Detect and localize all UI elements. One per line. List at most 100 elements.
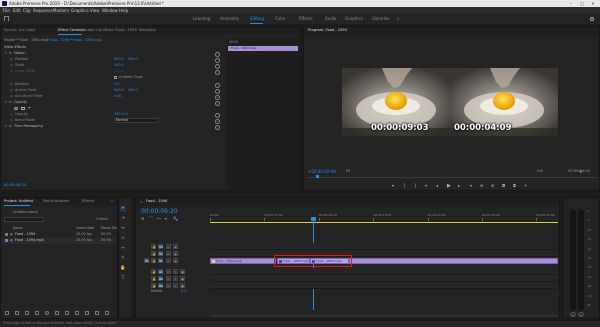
twirl-icon[interactable]: ▾ bbox=[5, 52, 7, 55]
maximize-icon[interactable]: □ bbox=[577, 1, 587, 6]
sync-lock-icon[interactable]: ⇄ bbox=[166, 258, 171, 264]
solo-right-button[interactable]: S bbox=[578, 312, 584, 317]
sort-icon[interactable] bbox=[55, 311, 59, 315]
column-name[interactable]: Name bbox=[13, 226, 22, 230]
automate-icon[interactable] bbox=[65, 311, 69, 315]
track-target-a2[interactable]: A2 bbox=[158, 275, 163, 281]
add-icon[interactable]: + bbox=[524, 184, 527, 188]
nest-icon[interactable]: ⊞ bbox=[141, 217, 144, 221]
settings-wrench-icon[interactable]: ⚙ bbox=[579, 170, 583, 174]
reset-parameter-icon[interactable] bbox=[215, 82, 220, 88]
eye-icon[interactable]: ◉ bbox=[173, 251, 178, 257]
menu-clip[interactable]: Clip bbox=[23, 8, 31, 13]
track-lock-icon[interactable]: 🔒 bbox=[151, 283, 156, 288]
fit-dropdown[interactable]: Fit bbox=[346, 169, 350, 174]
workspace-assembly[interactable]: Assembly bbox=[220, 17, 239, 21]
tab-audio-mixer[interactable]: Audio Clip Mixer: Food - 1094 bbox=[84, 28, 137, 33]
mini-clip[interactable]: Food - 1094.mp4 bbox=[228, 46, 298, 51]
stopwatch-icon[interactable]: ◷ bbox=[10, 82, 13, 86]
insert-icon[interactable]: ⊕ bbox=[480, 184, 483, 188]
source-patch-v1[interactable]: V1 bbox=[144, 258, 149, 264]
razor-tool-icon[interactable]: ⚔ bbox=[120, 236, 126, 242]
settings-wrench-icon[interactable]: 🔧 bbox=[173, 217, 178, 221]
uniform-scale-checkbox[interactable] bbox=[114, 76, 117, 80]
reset-parameter-icon[interactable] bbox=[215, 64, 220, 70]
fx-badge[interactable]: fx bbox=[9, 52, 12, 55]
workspace-overflow[interactable]: » bbox=[397, 17, 399, 21]
quality-dropdown[interactable]: Full bbox=[537, 169, 543, 174]
stopwatch-icon[interactable]: ◷ bbox=[10, 64, 13, 67]
reset-parameter-icon[interactable] bbox=[215, 88, 220, 94]
project-search-input[interactable] bbox=[4, 217, 44, 222]
reset-parameter-icon[interactable] bbox=[215, 100, 220, 106]
menu-view[interactable]: View bbox=[90, 8, 100, 13]
timeline-clip[interactable]: Food - 1094.mp4 bbox=[210, 257, 276, 264]
mute-button[interactable]: M bbox=[166, 283, 171, 288]
hand-tool-icon[interactable]: ✋ bbox=[120, 266, 126, 272]
export-frame-icon[interactable]: ◘ bbox=[502, 184, 505, 188]
list-view-icon[interactable] bbox=[15, 311, 19, 315]
tab-project[interactable]: Project: Untitled bbox=[4, 199, 33, 204]
track-target-a1[interactable]: A1 bbox=[158, 268, 163, 274]
playhead-handle[interactable] bbox=[311, 217, 316, 221]
pen-mask-icon[interactable]: ✒ bbox=[28, 106, 31, 111]
stopwatch-icon[interactable]: ◷ bbox=[10, 94, 13, 98]
column-media-start[interactable]: Media Sta bbox=[101, 226, 117, 230]
menu-file[interactable]: File bbox=[3, 8, 10, 13]
pen-tool-icon[interactable]: ✎ bbox=[120, 256, 126, 262]
playhead-marker[interactable] bbox=[316, 175, 319, 178]
go-out-icon[interactable]: ⇥ bbox=[469, 184, 472, 188]
workspace-editing[interactable]: Editing bbox=[250, 17, 264, 21]
property-value[interactable]: 0.00 bbox=[114, 94, 122, 98]
tab-source[interactable]: Source: (no clips) bbox=[4, 28, 35, 33]
find-icon[interactable] bbox=[75, 311, 79, 315]
twirl-icon[interactable]: ▾ bbox=[5, 125, 7, 128]
menu-edit[interactable]: Edit bbox=[13, 8, 21, 13]
property-value[interactable]: 640.0 bbox=[114, 57, 124, 61]
property-value[interactable]: 0.0 bbox=[114, 82, 119, 86]
fx-badge[interactable]: fx bbox=[9, 125, 12, 128]
scrubber-bar[interactable] bbox=[308, 177, 596, 178]
voiceover-record-icon[interactable]: ● bbox=[180, 275, 185, 281]
property-value[interactable]: 360.0 bbox=[128, 88, 138, 92]
compare-icon[interactable]: ⧉ bbox=[513, 184, 516, 188]
track-lock-icon[interactable]: 🔒 bbox=[151, 268, 156, 274]
effect-controls-timecode[interactable]: 00:00:06:20 bbox=[4, 183, 26, 188]
track-target-a3[interactable]: A3 bbox=[158, 283, 163, 288]
menu-markers[interactable]: Markers bbox=[53, 8, 69, 13]
reset-parameter-icon[interactable] bbox=[215, 70, 220, 76]
marker-icon[interactable]: ▾ bbox=[392, 184, 394, 188]
workspace-audio[interactable]: Audio bbox=[325, 17, 336, 21]
snap-icon[interactable]: ⌒ bbox=[149, 217, 153, 221]
tab-media-browser[interactable]: Media Browser bbox=[43, 199, 70, 204]
workspace-color[interactable]: Color bbox=[275, 17, 285, 21]
search-icon[interactable] bbox=[590, 17, 594, 21]
program-title[interactable]: Program: Food - 1094 bbox=[308, 28, 347, 33]
sync-lock-icon[interactable]: ⇄ bbox=[166, 244, 171, 249]
in-icon[interactable]: { bbox=[403, 184, 406, 188]
property-value[interactable]: 640.0 bbox=[114, 88, 124, 92]
solo-button[interactable]: S bbox=[173, 275, 178, 281]
breadcrumb-sequence[interactable]: Food - 1094 * Food - 1094.mp4 bbox=[49, 38, 102, 42]
work-area-bar[interactable] bbox=[210, 222, 558, 223]
track-lock-icon[interactable]: 🔒 bbox=[151, 251, 156, 257]
menu-help[interactable]: Help bbox=[119, 8, 128, 13]
type-tool-icon[interactable]: T bbox=[120, 276, 126, 282]
menu-window[interactable]: Window bbox=[102, 8, 118, 13]
tab-overflow[interactable]: » bbox=[111, 199, 113, 204]
menu-graphics[interactable]: Graphics bbox=[71, 8, 89, 13]
lock-icon[interactable] bbox=[5, 311, 9, 315]
minimize-icon[interactable]: – bbox=[566, 1, 576, 6]
play-icon[interactable]: ▶ bbox=[447, 184, 451, 189]
track-lock-icon[interactable]: 🔒 bbox=[151, 258, 156, 264]
rectangle-mask-icon[interactable] bbox=[21, 106, 25, 111]
voiceover-record-icon[interactable]: ● bbox=[180, 268, 185, 274]
out-icon[interactable]: } bbox=[414, 184, 417, 188]
linked-selection-icon[interactable]: ⊷ bbox=[157, 217, 161, 221]
zoom-slider[interactable] bbox=[45, 311, 49, 315]
solo-button[interactable]: S bbox=[173, 268, 178, 274]
reset-parameter-icon[interactable] bbox=[215, 52, 220, 57]
property-value[interactable]: 100.0 % bbox=[114, 112, 128, 116]
track-select-tool-icon[interactable]: ⇥ bbox=[120, 216, 126, 222]
reset-parameter-icon[interactable] bbox=[215, 119, 220, 125]
